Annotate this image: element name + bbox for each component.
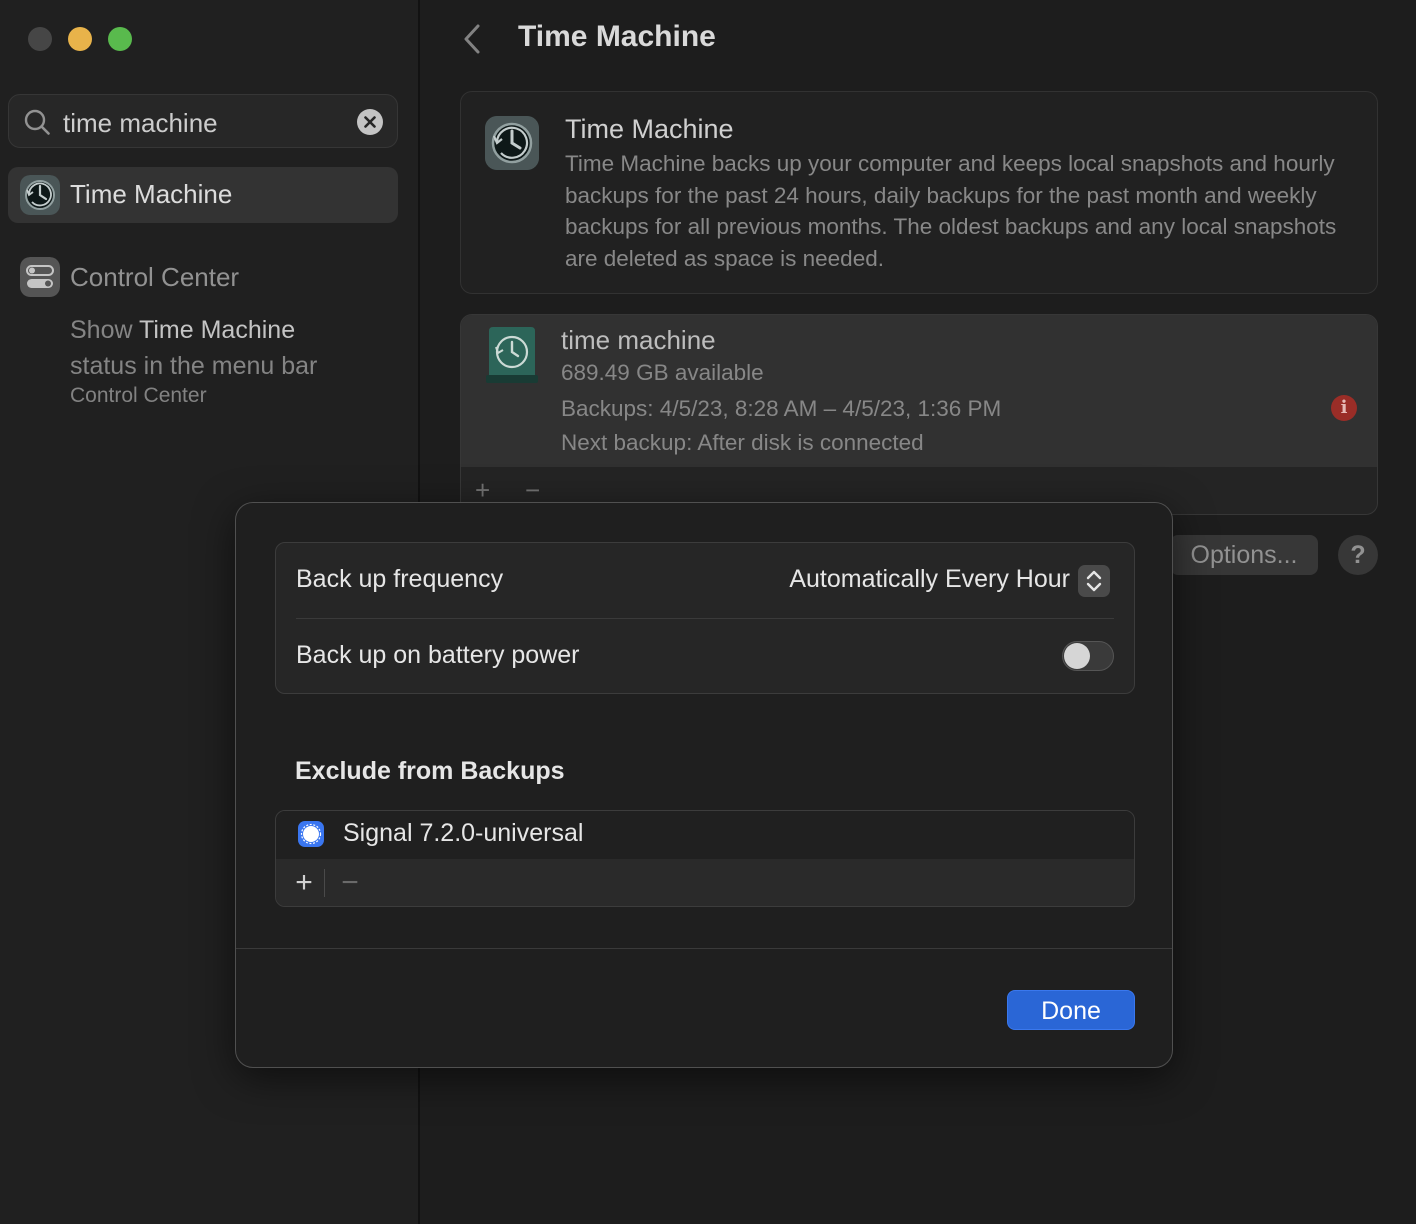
list-item[interactable]: Signal 7.2.0-universal: [276, 811, 1134, 860]
battery-label: Back up on battery power: [296, 641, 580, 669]
divider: [324, 869, 325, 897]
frequency-label: Back up frequency: [296, 565, 504, 593]
toggle-knob: [1064, 643, 1090, 669]
updown-chevron-icon[interactable]: [1078, 565, 1110, 597]
battery-toggle[interactable]: [1062, 641, 1114, 671]
list-item-label: Signal 7.2.0-universal: [343, 819, 584, 847]
add-exclusion-button[interactable]: +: [288, 865, 320, 901]
options-sheet: Back up frequency Automatically Every Ho…: [235, 502, 1173, 1068]
frequency-popup[interactable]: Automatically Every Hour: [789, 565, 1070, 594]
backup-settings-group: Back up frequency Automatically Every Ho…: [275, 542, 1135, 694]
done-button[interactable]: Done: [1007, 990, 1135, 1030]
list-footer: + −: [276, 859, 1134, 906]
divider: [236, 948, 1172, 949]
exclude-section-title: Exclude from Backups: [295, 757, 565, 785]
divider: [296, 618, 1114, 619]
signal-app-icon: [298, 821, 324, 847]
remove-exclusion-button[interactable]: −: [334, 865, 366, 901]
exclude-list: Signal 7.2.0-universal + −: [275, 810, 1135, 907]
